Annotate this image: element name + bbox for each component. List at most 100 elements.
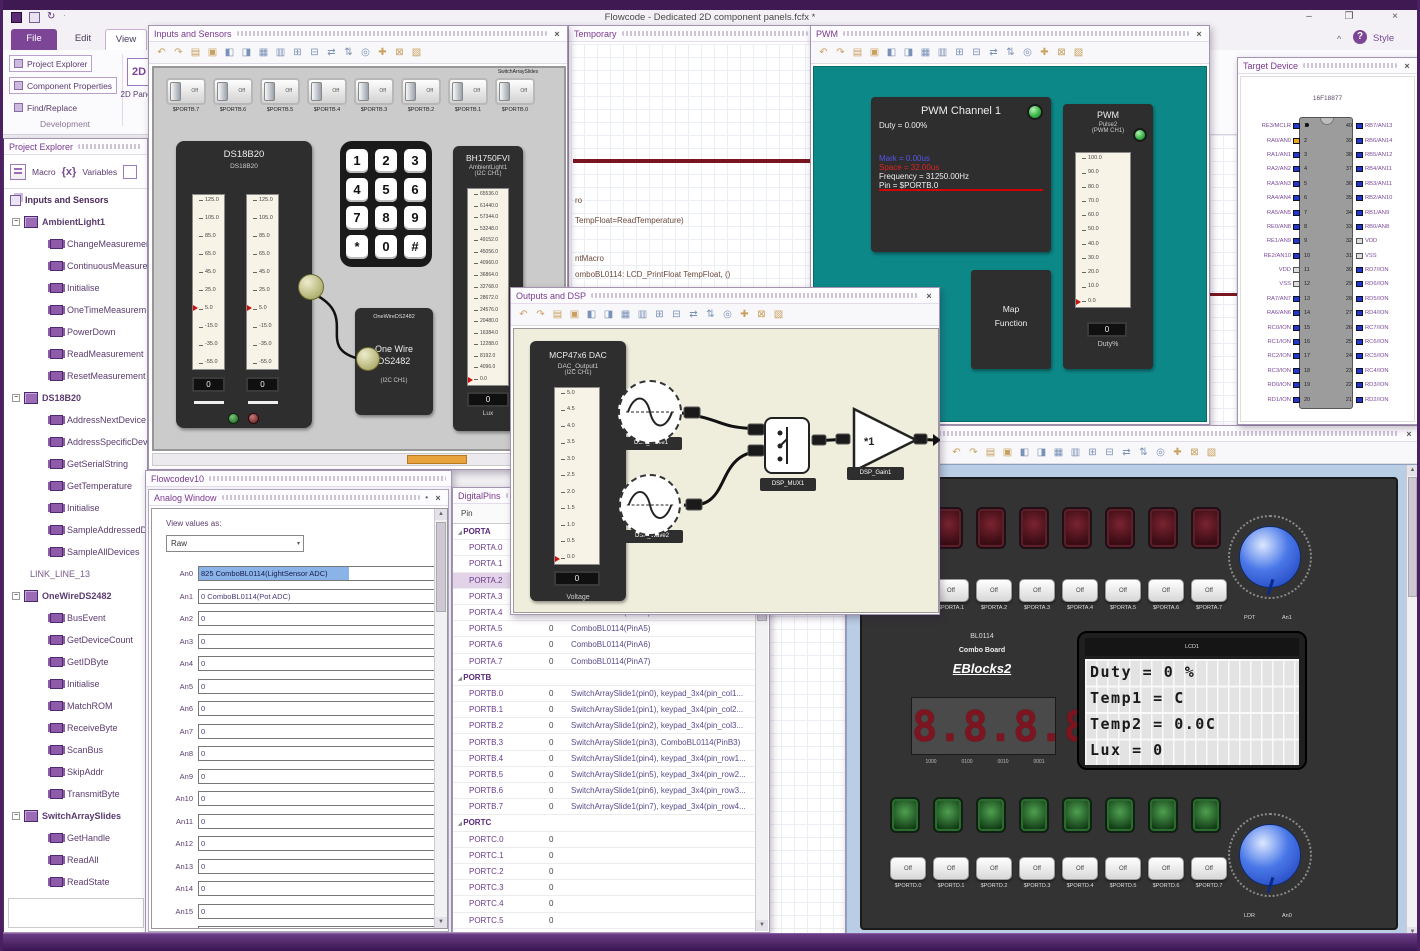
toolbar-icon[interactable]: ▤ <box>851 46 864 60</box>
toolbar-icon[interactable]: ◨ <box>602 308 615 322</box>
chip-pin[interactable]: 26 RC7/ION <box>1341 320 1417 334</box>
toolbar-icon[interactable]: ◧ <box>885 46 898 60</box>
toolbar-icon[interactable]: ▦ <box>919 46 932 60</box>
port-switch-button[interactable]: Off <box>933 857 969 880</box>
toolbar-icon[interactable]: ▣ <box>1001 446 1014 460</box>
toolbar-icon[interactable]: ↷ <box>172 46 185 60</box>
chip-pin[interactable]: RC2/ION 17 <box>1243 349 1315 363</box>
toolbar-icon[interactable]: ⊟ <box>1103 446 1116 460</box>
toolbar-icon[interactable]: ⊟ <box>970 46 983 60</box>
toolbar-icon[interactable]: ⇅ <box>342 46 355 60</box>
toolbar-icon[interactable]: ⊞ <box>653 308 666 322</box>
toolbar-icon[interactable]: ◨ <box>1035 446 1048 460</box>
project-explorer-button[interactable]: Project Explorer <box>9 55 93 72</box>
analog-row[interactable]: An9 0 <box>156 768 447 785</box>
expander-icon[interactable]: − <box>12 592 20 600</box>
analog-value-box[interactable]: 0 <box>198 746 447 761</box>
port-switch-button[interactable]: Off <box>1148 579 1184 602</box>
chip-pin[interactable]: RA6/AN6 14 <box>1243 306 1315 320</box>
digital-pin-row[interactable]: PORTA.7 0 ComboBL0114(PinA7) <box>453 654 756 670</box>
analog-row[interactable]: An160 <box>156 925 447 928</box>
chip-pin[interactable]: VSS 12 <box>1243 277 1315 291</box>
port-switch-button[interactable]: Off <box>1148 857 1184 880</box>
wave2-component[interactable] <box>619 474 681 536</box>
chip-pin[interactable]: 31 VSS <box>1341 249 1417 263</box>
chip-pin[interactable]: 38 RB5/AN12 <box>1341 148 1417 162</box>
chip-pin[interactable]: RE0/AN8 8 <box>1243 220 1315 234</box>
port-switch-button[interactable]: Off <box>1105 857 1141 880</box>
chip-pin[interactable]: 34 RB1/AN9 <box>1341 205 1417 219</box>
component-properties-button[interactable]: Component Properties <box>9 77 118 94</box>
analog-row[interactable]: An4 0 <box>156 655 447 672</box>
analog-value-box[interactable]: 0 <box>198 679 447 694</box>
toolbar-icon[interactable]: ↶ <box>517 308 530 322</box>
analog-value-box[interactable]: 825 ComboBL0114(LightSensor ADC) <box>198 566 447 581</box>
tree-item[interactable]: −Initialise <box>4 497 147 519</box>
analog-value-box[interactable]: 0 <box>198 814 447 829</box>
tree-item[interactable]: −OneTimeMeasurem <box>4 299 147 321</box>
tree-item[interactable]: −GetIDByte <box>4 651 147 673</box>
analog-value-box[interactable]: 0 <box>198 836 447 851</box>
chip-pin[interactable]: 23 RC4/ION <box>1341 364 1417 378</box>
pwm-channel1-component[interactable]: PWM Channel 1 Duty = 0.00% Mark = 0.00us… <box>871 97 1051 252</box>
digital-pin-row[interactable]: PORTB.4 0 SwitchArraySlide1(pin4), keypad_… <box>453 751 756 767</box>
chip-pin[interactable]: RE3/MCLR 1 <box>1243 119 1315 133</box>
analog-value-box[interactable]: 0 <box>198 656 447 671</box>
tab-file[interactable]: File <box>11 29 57 50</box>
chip-pin[interactable]: RA4/AN4 6 <box>1243 191 1315 205</box>
chip-pin[interactable]: RA5/AN5 7 <box>1243 205 1315 219</box>
scroll-down-icon[interactable]: ▼ <box>435 917 447 928</box>
toolbar-icon[interactable]: ▣ <box>206 46 219 60</box>
analog-row[interactable]: An12 0 <box>156 835 447 852</box>
chip-pin[interactable]: RA7/AN7 13 <box>1243 292 1315 306</box>
analog-row[interactable]: An3 0 <box>156 633 447 650</box>
toolbar-icon[interactable]: ▤ <box>189 46 202 60</box>
toolbar-icon[interactable]: ▥ <box>274 46 287 60</box>
chip-pin[interactable]: RE2/AN10 10 <box>1243 249 1315 263</box>
toolbar-icon[interactable]: ▥ <box>636 308 649 322</box>
tree-item[interactable]: −LINK_LINE_13 <box>4 563 147 585</box>
digital-pin-row[interactable]: PORTC.2 0 <box>453 864 756 881</box>
toolbar-icon[interactable]: ◨ <box>240 46 253 60</box>
view-values-dropdown[interactable]: Raw ▾ <box>166 535 304 552</box>
tree-item[interactable]: −ReceiveByte <box>4 717 147 739</box>
chip-pin[interactable]: RD1/ION 20 <box>1243 392 1315 406</box>
digital-pin-row[interactable]: PORTB.7 0 SwitchArraySlide1(pin7), keypad_… <box>453 799 756 816</box>
tree-item[interactable]: −ReadMeasurement <box>4 343 147 365</box>
analog-value-box[interactable]: 0 <box>198 611 447 626</box>
chip-pin[interactable]: 39 RB6/AN14 <box>1341 133 1417 147</box>
tree-item[interactable]: −SampleAddressedD <box>4 519 147 541</box>
analog-row[interactable]: An8 0 <box>156 745 447 762</box>
port-switch-button[interactable]: Off <box>890 857 926 880</box>
toolbar-icon[interactable]: ↶ <box>155 46 168 60</box>
port-switch-button[interactable]: Off <box>1019 579 1055 602</box>
analog-value-box[interactable]: 0 <box>198 926 447 928</box>
chip-pin[interactable]: RC0/ION 15 <box>1243 320 1315 334</box>
toolbar-icon[interactable]: ▥ <box>1069 446 1082 460</box>
gain-component[interactable]: *1 <box>852 407 920 473</box>
macro-tab-icon[interactable] <box>10 163 26 180</box>
restore-button[interactable]: ❐ <box>1341 11 1357 22</box>
toolbar-icon[interactable]: ⊠ <box>393 46 406 60</box>
scroll-down-icon[interactable]: ▼ <box>756 920 768 931</box>
tree-item[interactable]: −AddressNextDevice <box>4 409 147 431</box>
digital-pin-row[interactable]: PORTC.1 0 <box>453 848 756 864</box>
analog-row[interactable]: An0 825 ComboBL0114(LightSensor ADC) <box>156 565 447 582</box>
tree-item[interactable]: − SwitchArraySlides <box>4 805 147 827</box>
port-switch-button[interactable]: Off <box>1062 857 1098 880</box>
port-switch-button[interactable]: Off <box>976 579 1012 602</box>
toolbar-icon[interactable]: ▧ <box>1072 46 1085 60</box>
tree-item[interactable]: −TransmitByte <box>4 783 147 805</box>
tree-item[interactable]: −GetHandle <box>4 827 147 849</box>
toolbar-icon[interactable]: ◎ <box>359 46 372 60</box>
toolbar-icon[interactable]: ▥ <box>936 46 949 60</box>
tree-item[interactable]: −Initialise <box>4 277 147 299</box>
analog-value-box[interactable]: 0 <box>198 724 447 739</box>
toolbar-icon[interactable]: ◧ <box>223 46 236 60</box>
chip-pin[interactable]: 35 RB2/AN10 <box>1341 191 1417 205</box>
analog-row[interactable]: An10 0 <box>156 790 447 807</box>
toolbar-icon[interactable]: ▤ <box>551 308 564 322</box>
analog-row[interactable]: An1 0 ComboBL0114(Pot ADC) <box>156 588 447 605</box>
tree-item[interactable]: −GetTemperature <box>4 475 147 497</box>
tree-item[interactable]: −GetSerialString <box>4 453 147 475</box>
